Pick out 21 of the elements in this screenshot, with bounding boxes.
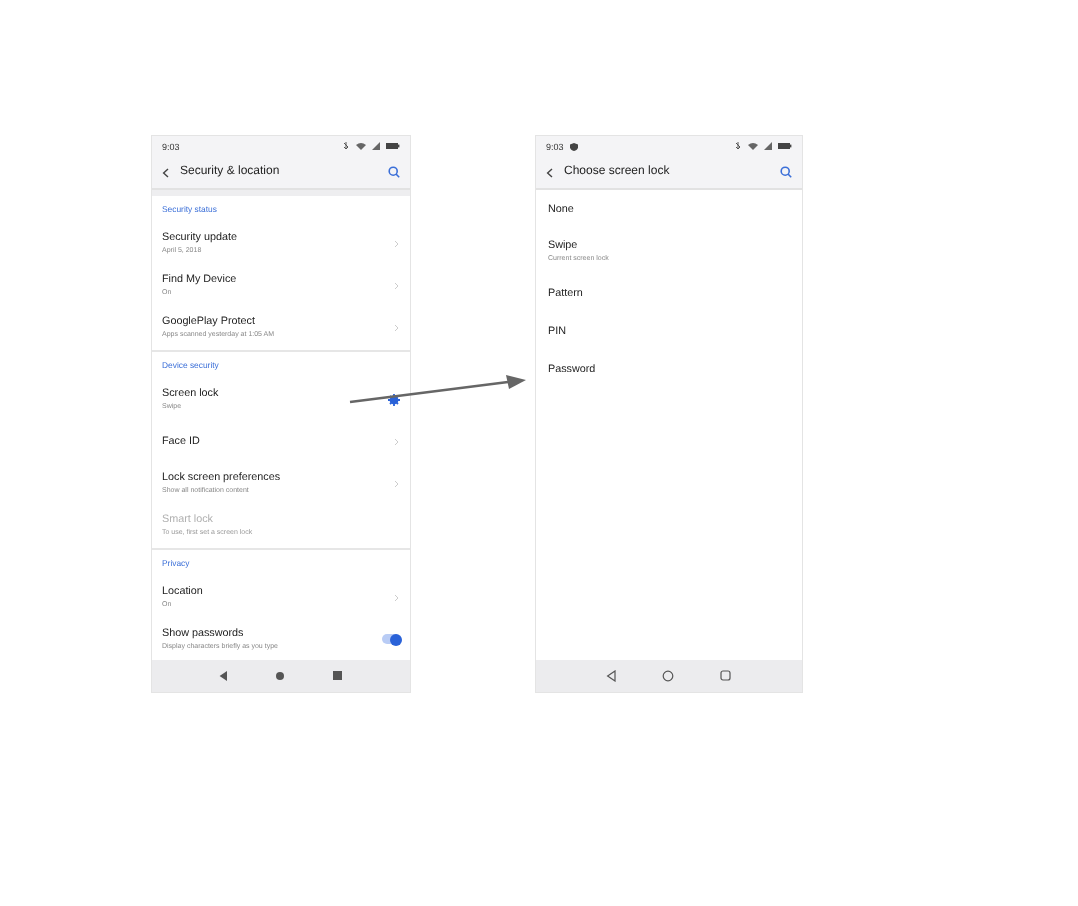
- recents-icon[interactable]: [720, 670, 732, 682]
- home-icon[interactable]: [274, 670, 286, 682]
- toggle-switch[interactable]: [382, 634, 400, 644]
- wifi-icon: [748, 142, 758, 150]
- gear-icon[interactable]: [388, 393, 400, 405]
- back-icon[interactable]: [218, 670, 228, 682]
- battery-icon: [778, 142, 792, 150]
- recents-icon[interactable]: [332, 670, 344, 682]
- signal-icon: [764, 142, 772, 150]
- search-icon[interactable]: [780, 166, 792, 178]
- bluetooth-icon: [734, 142, 742, 150]
- bluetooth-icon: [342, 142, 350, 150]
- home-icon[interactable]: [662, 670, 674, 682]
- wifi-icon: [356, 142, 366, 150]
- battery-icon: [386, 142, 400, 150]
- shield-icon: [569, 141, 578, 151]
- back-icon[interactable]: [606, 670, 616, 682]
- signal-icon: [372, 142, 380, 150]
- back-icon[interactable]: [546, 167, 554, 177]
- search-icon[interactable]: [388, 166, 400, 178]
- back-icon[interactable]: [162, 167, 170, 177]
